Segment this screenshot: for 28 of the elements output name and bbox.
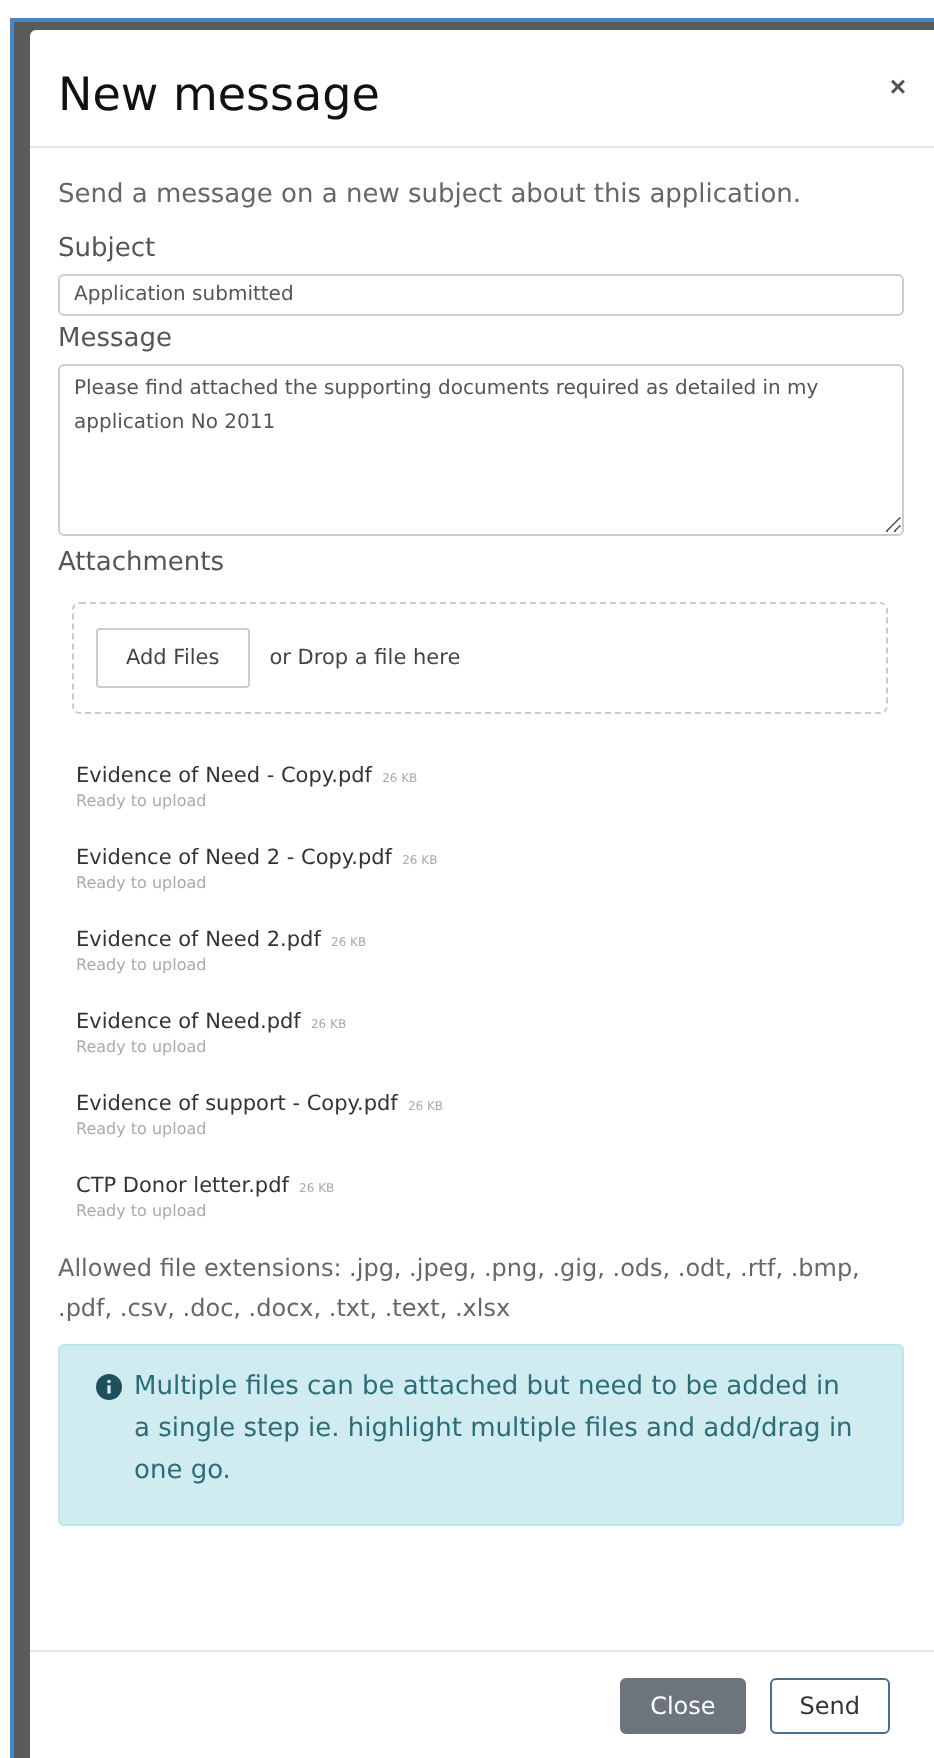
close-button[interactable]: × <box>889 70 906 102</box>
add-files-button[interactable]: Add Files <box>96 628 250 688</box>
drop-hint: or Drop a file here <box>269 646 461 670</box>
file-name: Evidence of Need 2.pdf <box>76 928 321 952</box>
file-status: Ready to upload <box>76 1120 209 1138</box>
dialog-title: New message <box>58 70 380 122</box>
file-name: CTP Donor letter.pdf <box>76 1174 289 1198</box>
file-status: Ready to upload <box>76 792 209 810</box>
subject-label: Subject <box>58 234 158 264</box>
message-label: Message <box>58 324 174 354</box>
drop-zone[interactable]: Add Files or Drop a file here <box>72 602 888 714</box>
file-status: Ready to upload <box>76 874 209 892</box>
file-name: Evidence of Need.pdf <box>76 1010 301 1034</box>
attachments-label: Attachments <box>58 548 226 578</box>
file-name: Evidence of Need 2 - Copy.pdf <box>76 846 392 870</box>
file-name: Evidence of support - Copy.pdf <box>76 1092 398 1116</box>
file-status: Ready to upload <box>76 1202 209 1220</box>
info-text: Multiple files can be attached but need to be added in a single step ie. highlight multiple files and add/drag in one go. <box>134 1370 854 1490</box>
info-icon <box>96 1374 122 1400</box>
file-status: Ready to upload <box>76 956 209 974</box>
send-button[interactable]: Send <box>769 1678 890 1734</box>
intro-text: Send a message on a new subject about this application. <box>58 180 804 210</box>
file-status: Ready to upload <box>76 1038 209 1056</box>
subject-field[interactable]: Application submitted <box>58 274 904 316</box>
close-dialog-button[interactable]: Close <box>620 1678 746 1734</box>
allowed-extensions-text: Allowed file extensions: .jpg, .jpeg, .png, .gig, .ods, .odt, .rtf, .bmp, .pdf, .csv, .doc, .docx, .txt, .text, .xlsx <box>58 1252 862 1326</box>
file-name: Evidence of Need - Copy.pdf <box>76 764 372 788</box>
message-field[interactable]: Please find attached the supporting documents required as detailed in my application No 2011 <box>58 364 904 536</box>
